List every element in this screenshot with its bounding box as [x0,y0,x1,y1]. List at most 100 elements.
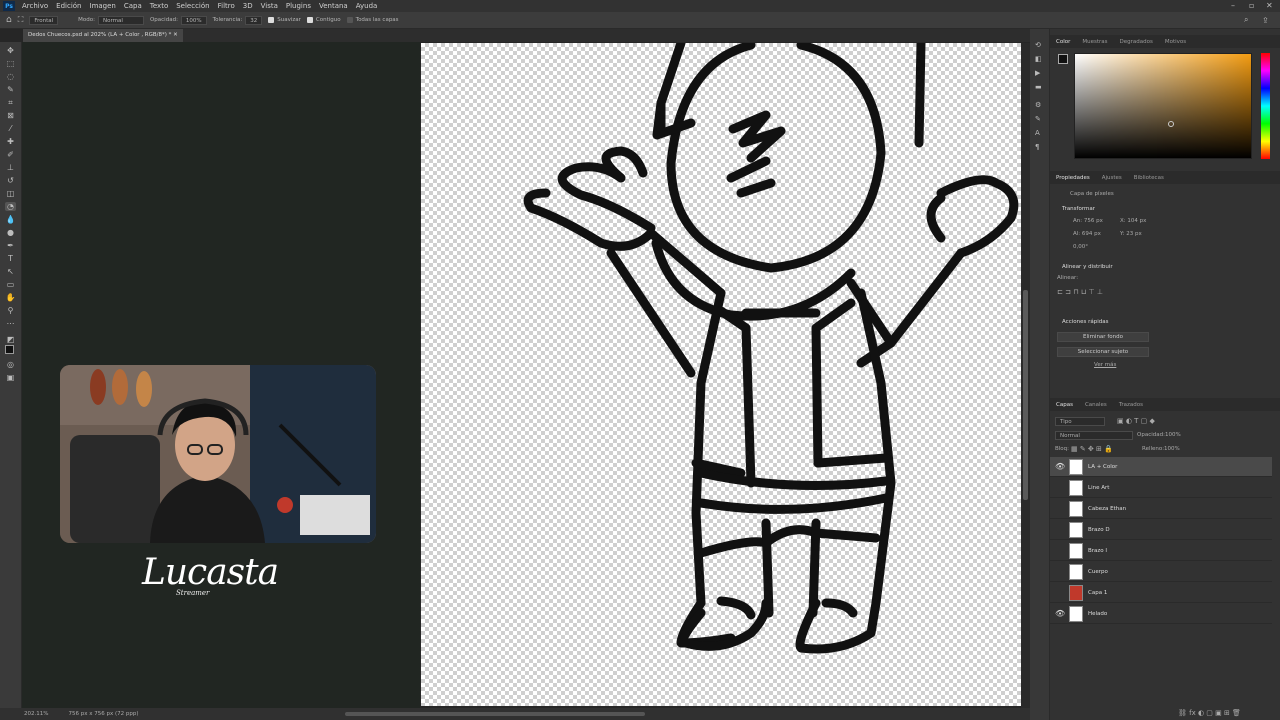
frame-tool-icon[interactable]: ⊠ [5,111,16,120]
layer-row[interactable]: 👁 Helado [1050,604,1272,624]
remove-background-button[interactable]: Eliminar fondo [1057,332,1149,342]
layer-action-icons[interactable]: ⛓ fx ◐ ▢ ▣ ⊞ 🗑 [1178,709,1241,717]
tab-paths[interactable]: Trazados [1113,402,1149,408]
menu-filtro[interactable]: Filtro [214,2,239,10]
color-foreground-swatch[interactable] [1058,54,1068,64]
transform-section-title[interactable]: Transformar [1062,206,1095,212]
more-tools-icon[interactable]: ⋯ [5,319,16,328]
menu-capa[interactable]: Capa [120,2,146,10]
visibility-eye-icon[interactable] [1055,588,1064,597]
mode-select[interactable]: Normal [97,15,144,25]
path-select-tool-icon[interactable]: ↖ [5,267,16,276]
character-icon[interactable]: A [1035,129,1040,137]
tab-adjustments[interactable]: Ajustes [1096,175,1128,181]
crop-tool-icon[interactable]: ⌗ [5,98,16,107]
contiguous-checkbox[interactable] [306,17,313,23]
angle-value[interactable]: 0,00° [1073,244,1088,250]
pen-tool-icon[interactable]: ✒ [5,241,16,250]
color-picker-cursor[interactable] [1168,121,1174,127]
fill-value[interactable]: 100% [1164,446,1180,452]
align-buttons-icon[interactable]: ⊏ ⊐ ⊓ ⊔ ⊤ ⊥ [1057,288,1103,296]
foreground-color-swatch[interactable] [5,345,14,354]
marquee-tool-icon[interactable]: ⬚ [5,59,16,68]
layer-opacity-value[interactable]: 100% [1165,432,1181,438]
brush-settings-icon[interactable]: ✎ [1035,115,1041,123]
bucket-tool-preset-icon[interactable]: ⛶ [18,15,24,25]
select-subject-button[interactable]: Seleccionar sujeto [1057,347,1149,357]
layer-row[interactable]: Capa 1 [1050,583,1272,603]
paint-bucket-tool-icon[interactable]: ◔ [5,202,16,211]
menu-texto[interactable]: Texto [146,2,172,10]
minimize-icon[interactable]: – [1231,1,1235,10]
layer-name[interactable]: Brazo D [1088,527,1110,533]
tab-color[interactable]: Color [1050,39,1076,45]
layer-filter-icons[interactable]: ▣ ◐ T ▢ ◆ [1117,417,1155,425]
brush-tool-icon[interactable]: ✐ [5,150,16,159]
layer-row[interactable]: Line Art [1050,478,1272,498]
document-tab[interactable]: Dedos Chuecos.psd al 202% (LA + Color , … [23,29,183,42]
dodge-tool-icon[interactable]: ● [5,228,16,237]
layer-name[interactable]: Helado [1088,611,1107,617]
hue-slider[interactable] [1261,53,1270,159]
blend-mode-select[interactable]: Normal [1055,431,1133,440]
menu-vista[interactable]: Vista [257,2,282,10]
vertical-scroll-thumb[interactable] [1023,290,1028,500]
layer-row[interactable]: 👁 LA + Color [1050,457,1272,477]
layer-name[interactable]: LA + Color [1088,464,1117,470]
tab-libraries[interactable]: Bibliotecas [1128,175,1170,181]
move-tool-icon[interactable]: ✥ [5,46,16,55]
play-icon[interactable]: ▶ [1035,69,1040,77]
layer-row[interactable]: Brazo D [1050,520,1272,540]
quick-actions-title[interactable]: Acciones rápidas [1062,319,1108,325]
menu-archivo[interactable]: Archivo [18,2,52,10]
opacity-input[interactable]: 100% [180,15,207,25]
layer-name[interactable]: Cuerpo [1088,569,1108,575]
color-picker-field[interactable] [1074,53,1252,159]
close-icon[interactable]: ✕ [1266,1,1273,10]
menu-seleccion[interactable]: Selección [172,2,213,10]
eyedropper-tool-icon[interactable]: ⁄ [5,124,16,133]
tab-layers[interactable]: Capas [1050,402,1079,408]
photoshop-logo-icon[interactable]: Ps [3,1,15,11]
layer-name[interactable]: Line Art [1088,485,1109,491]
tab-properties[interactable]: Propiedades [1050,175,1096,181]
history-icon[interactable]: ⟲ [1035,41,1041,49]
share-icon[interactable]: ⇪ [1262,16,1269,25]
screen-mode-icon[interactable]: ▣ [5,373,16,382]
see-more-link[interactable]: Ver más [1094,362,1116,368]
stamp-tool-icon[interactable]: ⊥ [5,163,16,172]
all-layers-checkbox[interactable] [346,17,353,23]
tab-patterns[interactable]: Motivos [1159,39,1192,45]
default-colors-icon[interactable]: ◩ [5,335,16,344]
height-value[interactable]: Al: 694 px [1073,231,1101,237]
visibility-eye-icon[interactable] [1055,504,1064,513]
visibility-eye-icon[interactable] [1055,525,1064,534]
zoom-level[interactable]: 202.11% [24,711,48,717]
close-tab-icon[interactable]: ✕ [173,32,178,38]
tab-swatches[interactable]: Muestras [1076,39,1113,45]
eraser-tool-icon[interactable]: ◫ [5,189,16,198]
smooth-checkbox[interactable] [268,17,275,23]
quick-mask-icon[interactable]: ◎ [5,360,16,369]
blur-tool-icon[interactable]: 💧 [5,215,16,224]
visibility-eye-icon[interactable] [1055,483,1064,492]
layer-name[interactable]: Capa 1 [1088,590,1107,596]
healing-tool-icon[interactable]: ✚ [5,137,16,146]
document-canvas[interactable] [421,43,1021,706]
menu-ayuda[interactable]: Ayuda [352,2,382,10]
tab-channels[interactable]: Canales [1079,402,1113,408]
tab-gradients[interactable]: Degradados [1114,39,1159,45]
x-value[interactable]: X: 104 px [1120,218,1146,224]
comment-icon[interactable]: ▬ [1035,83,1042,91]
quick-select-tool-icon[interactable]: ✎ [5,85,16,94]
lock-icons[interactable]: ▦ ✎ ✥ ⊞ 🔒 [1071,445,1113,453]
visibility-eye-icon[interactable]: 👁 [1055,462,1065,471]
adjustments-icon[interactable]: ⚙ [1035,101,1041,109]
search-icon[interactable]: ⌕ [1244,15,1248,25]
hand-tool-icon[interactable]: ✋ [5,293,16,302]
home-icon[interactable]: ⌂ [6,15,12,25]
history-brush-tool-icon[interactable]: ↺ [5,176,16,185]
lasso-tool-icon[interactable]: ◌ [5,72,16,81]
tolerance-input[interactable]: 32 [245,15,263,25]
layer-kind-filter[interactable]: Tipo [1055,417,1105,426]
